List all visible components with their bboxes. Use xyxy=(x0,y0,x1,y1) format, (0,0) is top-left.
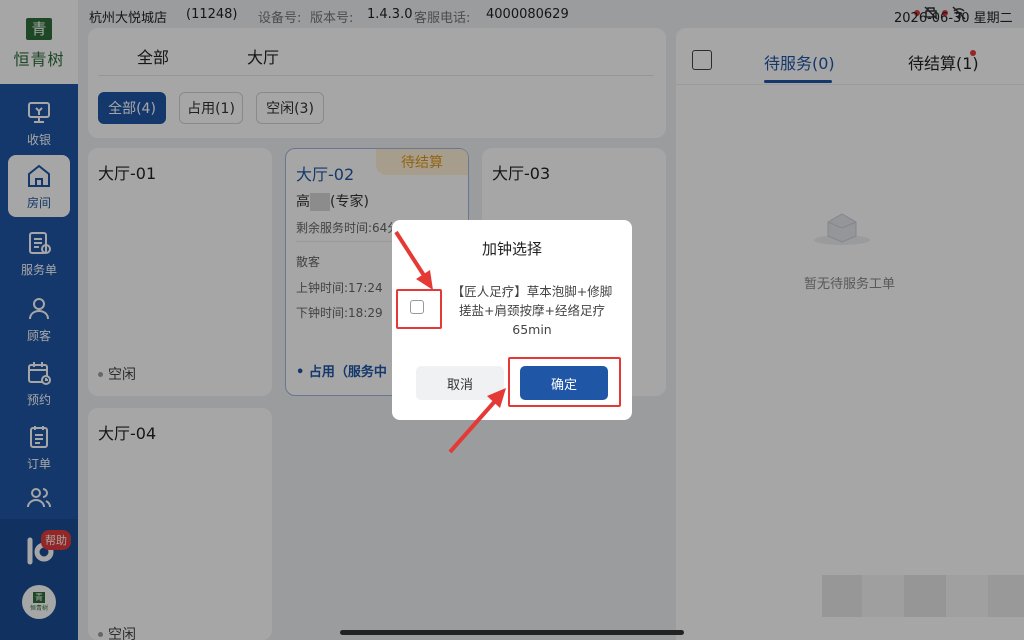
home-indicator xyxy=(340,630,684,635)
cancel-button[interactable]: 取消 xyxy=(416,366,504,400)
dialog-title: 加钟选择 xyxy=(481,240,542,258)
annotation-box-checkbox xyxy=(396,289,442,329)
annotation-box-confirm xyxy=(508,357,621,407)
package-name[interactable]: 【匠人足疗】草本泡脚+修脚搓盐+肩颈按摩+经络足疗65min xyxy=(448,282,616,339)
